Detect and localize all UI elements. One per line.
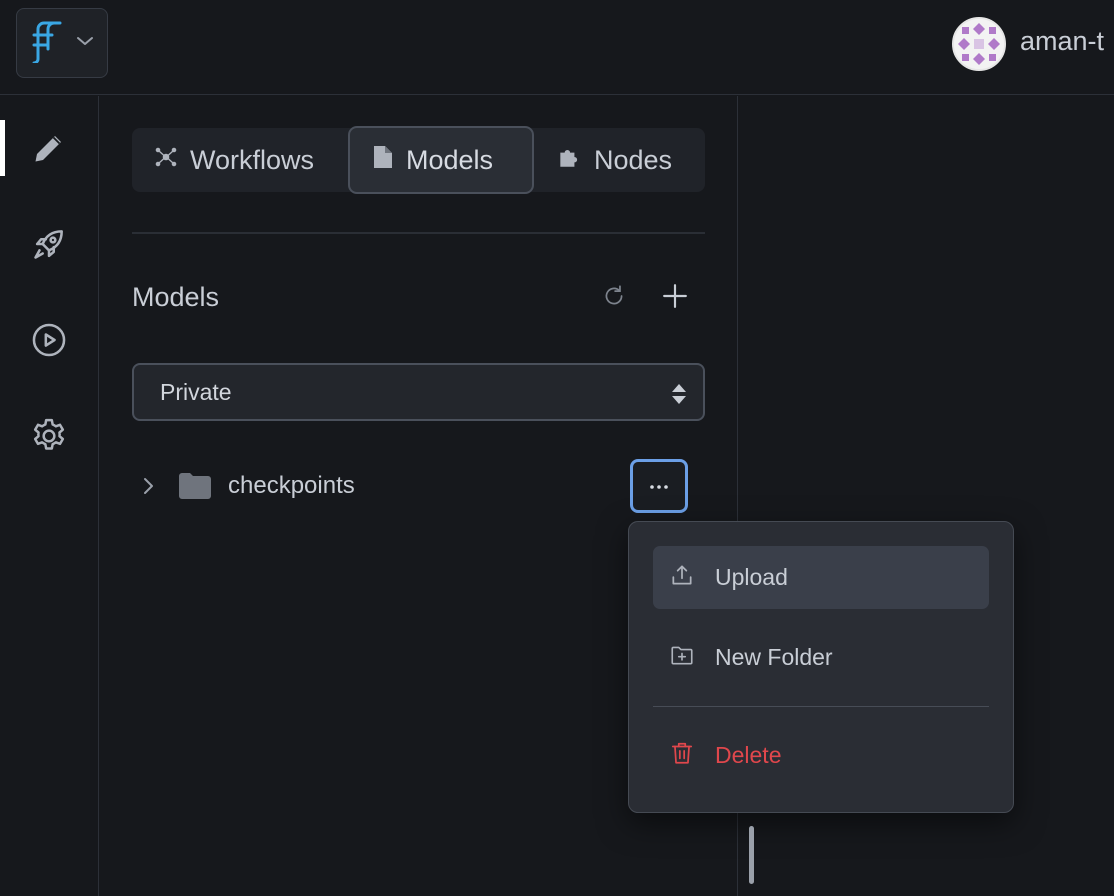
avatar[interactable] (952, 17, 1006, 71)
menu-item-new-folder[interactable]: New Folder (653, 626, 989, 689)
tab-models[interactable]: Models (348, 126, 534, 194)
tab-bar: Workflows Models Nodes (132, 126, 705, 194)
active-indicator (0, 120, 5, 176)
add-button[interactable] (655, 278, 695, 318)
chevron-right-icon[interactable] (140, 475, 156, 497)
top-bar: aman-t (0, 0, 1114, 95)
puzzle-icon (556, 144, 582, 177)
tab-workflows[interactable]: Workflows (132, 128, 348, 192)
rocket-icon[interactable] (25, 220, 73, 268)
menu-item-label: Delete (715, 742, 782, 768)
app-logo-icon (30, 19, 64, 68)
menu-item-label: Upload (715, 564, 788, 590)
file-icon (372, 144, 394, 177)
side-rail (0, 96, 99, 896)
menu-item-upload[interactable]: Upload (653, 546, 989, 609)
trash-icon (669, 740, 695, 772)
gear-icon[interactable] (25, 412, 73, 460)
menu-item-delete[interactable]: Delete (653, 724, 989, 787)
folder-icon (178, 472, 212, 500)
scrollbar-thumb[interactable] (749, 826, 754, 884)
folder-plus-icon (669, 642, 695, 674)
divider (132, 232, 705, 234)
chevron-down-icon (76, 34, 94, 52)
visibility-select[interactable]: Private (132, 363, 705, 421)
workflow-icon (154, 145, 178, 176)
section-title: Models (132, 282, 220, 312)
username[interactable]: aman-t (1020, 26, 1104, 57)
refresh-button[interactable] (594, 278, 634, 318)
ellipsis-icon (649, 477, 669, 495)
pencil-icon[interactable] (25, 124, 73, 172)
tab-label: Nodes (594, 144, 673, 175)
menu-divider (653, 706, 989, 707)
tree-item-checkpoints[interactable]: checkpoints (132, 456, 705, 516)
select-arrows-icon (671, 383, 687, 411)
upload-icon (669, 562, 695, 594)
tab-label: Workflows (190, 144, 315, 175)
context-menu: Upload New Folder Delete (628, 521, 1014, 813)
menu-item-label: New Folder (715, 644, 833, 670)
plus-icon (662, 283, 688, 314)
tab-nodes[interactable]: Nodes (534, 128, 705, 192)
select-value: Private (160, 378, 232, 405)
tree-item-label: checkpoints (228, 472, 355, 499)
tab-label: Models (406, 144, 494, 175)
workspace-switcher[interactable] (16, 8, 108, 78)
more-options-button[interactable] (630, 459, 688, 513)
refresh-icon (601, 283, 627, 314)
play-circle-icon[interactable] (25, 316, 73, 364)
